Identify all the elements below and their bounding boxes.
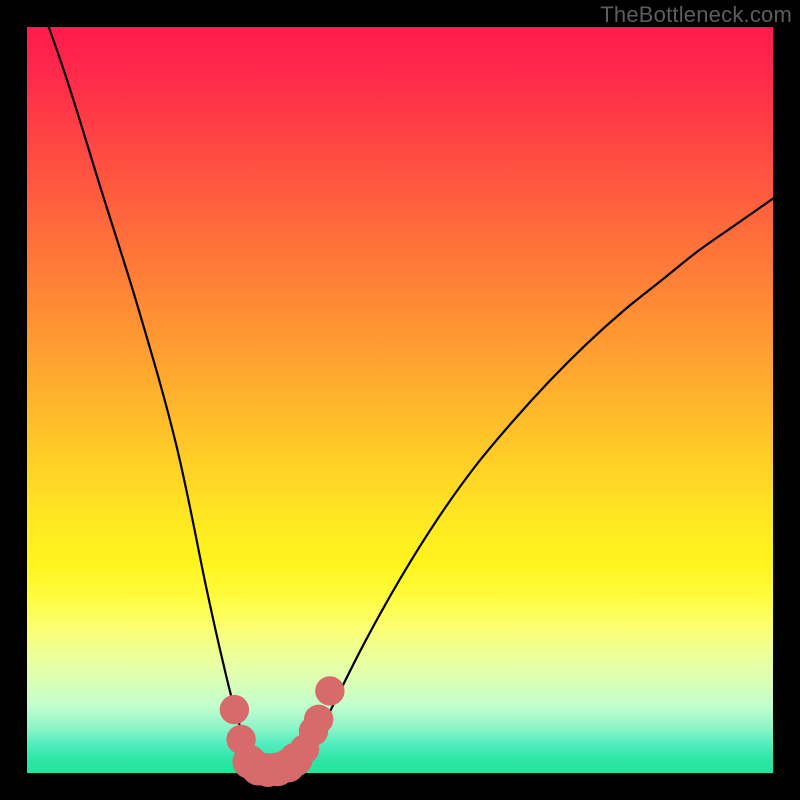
data-marker xyxy=(220,695,249,724)
data-marker xyxy=(304,705,333,734)
watermark-text: TheBottleneck.com xyxy=(600,2,792,28)
bottleneck-curve xyxy=(27,0,773,770)
data-marker xyxy=(315,676,344,705)
plot-area xyxy=(27,27,773,773)
chart-frame: TheBottleneck.com xyxy=(0,0,800,800)
chart-svg xyxy=(27,27,773,773)
marker-group xyxy=(220,676,345,787)
